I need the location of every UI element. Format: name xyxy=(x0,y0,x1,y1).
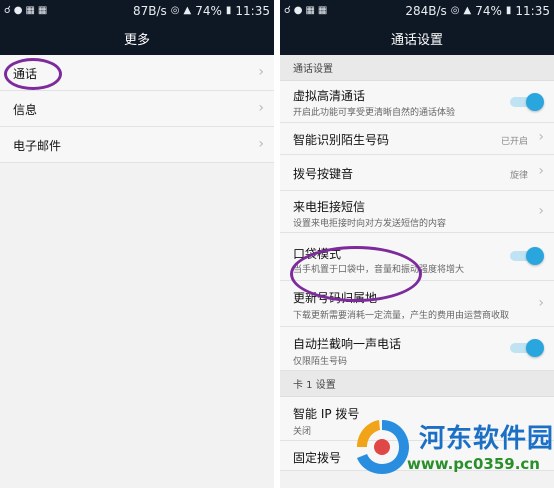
search-icon: ☌ xyxy=(284,5,291,16)
left-screen: ☌ ● ▦ ▦ 87B/s ◎ ▲ 74% ▮ 11:35 更多 通话 › 信息… xyxy=(0,0,274,488)
image-icon: ▦ xyxy=(37,5,48,16)
setting-subtitle: 关闭 xyxy=(293,427,312,437)
block-toggle[interactable] xyxy=(510,339,544,357)
status-bar: ☌ ● ▦ ▦ 87B/s ◎ ▲ 74% ▮ 11:35 xyxy=(0,0,274,22)
setting-title: 智能识别陌生号码 xyxy=(293,133,390,147)
setting-value: 旋律 xyxy=(509,171,528,181)
signal-icon: ▲ xyxy=(463,5,472,16)
section-header-call: 通话设置 xyxy=(280,55,554,81)
wifi-icon: ◎ xyxy=(170,5,180,16)
list-item-messages[interactable]: 信息 › xyxy=(0,91,274,127)
chevron-right-icon: › xyxy=(538,129,544,145)
battery-icon: ▮ xyxy=(505,5,512,16)
chevron-right-icon: › xyxy=(258,136,264,152)
setting-block-one-ring[interactable]: 自动拦截响一声电话 仅限陌生号码 xyxy=(280,327,554,371)
clock: 11:35 xyxy=(515,4,550,18)
list-item-label: 信息 xyxy=(13,103,38,117)
setting-title: 虚拟高清通话 xyxy=(293,89,366,103)
highlight-ellipse xyxy=(4,58,62,90)
chevron-right-icon: › xyxy=(258,64,264,80)
battery-percent: 74% xyxy=(475,4,502,18)
setting-stranger-id[interactable]: 智能识别陌生号码 已开启 › xyxy=(280,123,554,155)
battery-percent: 74% xyxy=(195,4,222,18)
chevron-right-icon: › xyxy=(538,203,544,219)
image-icon: ▦ xyxy=(25,5,35,16)
setting-title: 拨号按键音 xyxy=(293,167,354,181)
setting-subtitle: 仅限陌生号码 xyxy=(293,357,348,367)
watermark: 河东软件园 www.pc0359.cn xyxy=(345,410,554,488)
signal-icon: ▲ xyxy=(183,5,192,16)
chevron-right-icon: › xyxy=(538,163,544,179)
setting-title: 自动拦截响一声电话 xyxy=(293,337,402,351)
setting-subtitle: 开启此功能可享受更清晰自然的通话体验 xyxy=(293,108,456,118)
clock: 11:35 xyxy=(235,4,270,18)
highlight-ellipse xyxy=(290,246,422,302)
page-title: 通话设置 xyxy=(280,22,554,55)
network-speed: 87B/s xyxy=(132,4,167,18)
setting-title: 来电拒接短信 xyxy=(293,200,366,214)
setting-subtitle: 设置来电拒接时向对方发送短信的内容 xyxy=(293,219,447,229)
status-bar: ☌ ● ▦ ▦ 284B/s ◎ ▲ 74% ▮ 11:35 xyxy=(280,0,554,22)
setting-value: 已开启 xyxy=(500,137,528,147)
wifi-icon: ◎ xyxy=(450,5,460,16)
setting-dial-tone[interactable]: 拨号按键音 旋律 › xyxy=(280,155,554,191)
hd-call-toggle[interactable] xyxy=(510,93,544,111)
pocket-mode-toggle[interactable] xyxy=(510,247,544,265)
page-title: 更多 xyxy=(0,22,274,55)
setting-subtitle: 下载更新需要消耗一定流量，产生的费用由运营商收取 xyxy=(293,311,510,321)
bubble-icon: ● xyxy=(13,5,23,16)
watermark-brand: 河东软件园 xyxy=(419,424,554,454)
chevron-right-icon: › xyxy=(538,295,544,311)
image-icon: ▦ xyxy=(305,5,315,16)
list-item-email[interactable]: 电子邮件 › xyxy=(0,127,274,163)
image-icon: ▦ xyxy=(317,5,328,16)
list-item-label: 电子邮件 xyxy=(13,139,62,153)
watermark-logo-icon xyxy=(357,420,409,474)
setting-title: 固定拨号 xyxy=(293,451,342,465)
setting-reject-sms[interactable]: 来电拒接短信 设置来电拒接时向对方发送短信的内容 › xyxy=(280,191,554,233)
chevron-right-icon: › xyxy=(258,100,264,116)
section-header-card1: 卡 1 设置 xyxy=(280,371,554,397)
network-speed: 284B/s xyxy=(405,4,447,18)
search-icon: ☌ xyxy=(4,5,11,16)
setting-hd-call[interactable]: 虚拟高清通话 开启此功能可享受更清晰自然的通话体验 xyxy=(280,81,554,123)
watermark-url: www.pc0359.cn xyxy=(407,455,540,473)
battery-icon: ▮ xyxy=(225,5,232,16)
bubble-icon: ● xyxy=(293,5,303,16)
